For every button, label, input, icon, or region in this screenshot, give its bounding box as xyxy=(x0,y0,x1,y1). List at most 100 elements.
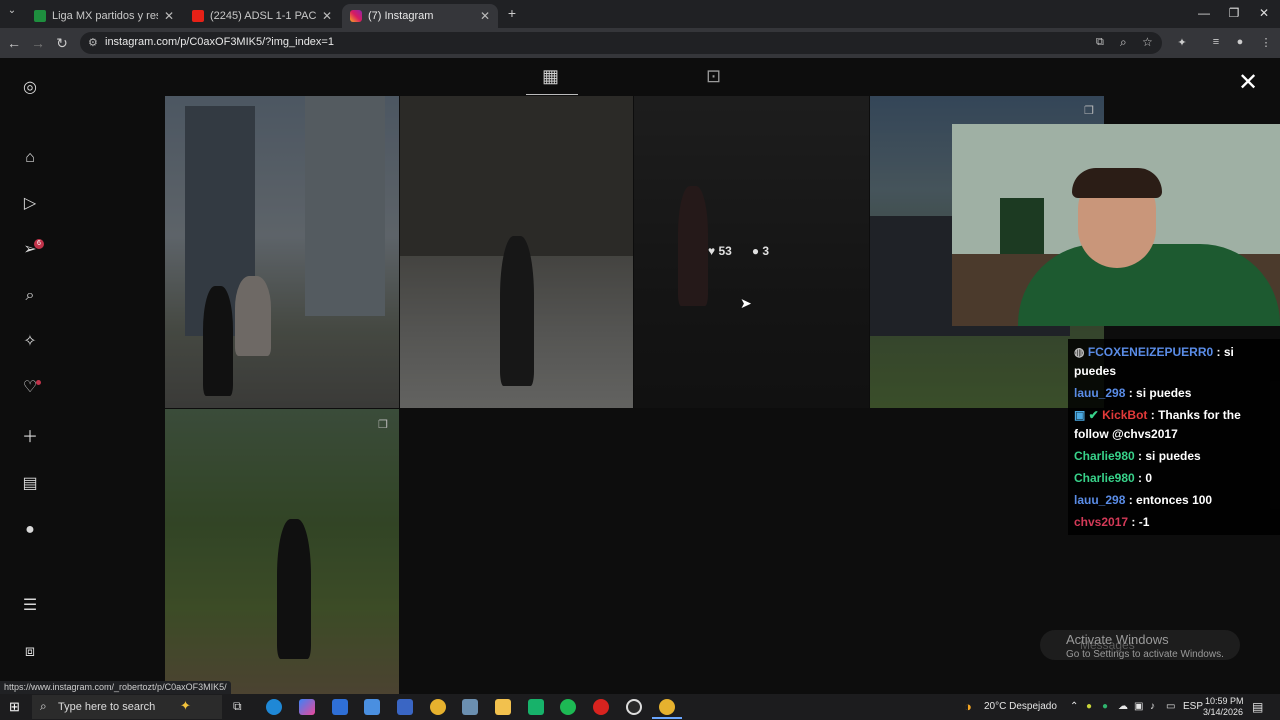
reels-icon[interactable]: ▷ xyxy=(20,194,40,214)
home-icon[interactable]: ⌂ xyxy=(20,148,40,168)
new-tab-button[interactable]: + xyxy=(504,5,520,21)
explore-compass-icon[interactable]: ✧ xyxy=(20,332,40,352)
chat-username: lauu_298 xyxy=(1074,386,1126,400)
chat-username: chvs2017 xyxy=(1074,515,1129,529)
tab-instagram[interactable]: (7) Instagram ✕ xyxy=(342,4,498,28)
close-tab-icon[interactable]: ✕ xyxy=(480,9,490,23)
back-arrow-icon[interactable]: ← xyxy=(6,35,22,51)
post-thumbnail[interactable] xyxy=(165,96,399,408)
tray-chevron-icon[interactable]: ⌃ xyxy=(1070,701,1078,712)
bookmark-star-icon[interactable]: ☆ xyxy=(1142,35,1153,49)
mail-icon[interactable] xyxy=(332,699,348,715)
tray-app-icon[interactable]: ● xyxy=(1086,701,1092,712)
restore-icon[interactable]: ❐ xyxy=(1224,6,1244,20)
windows-activation-watermark: Activate Windows Go to Settings to activ… xyxy=(1066,632,1224,660)
search-icon[interactable]: ⌕ xyxy=(20,286,40,306)
tray-app-icon[interactable]: ● xyxy=(1102,701,1108,712)
vscode-icon[interactable] xyxy=(397,699,413,715)
opera-icon[interactable] xyxy=(593,699,609,715)
create-plus-icon[interactable]: ＋ xyxy=(20,428,40,448)
link-status-bubble: https://www.instagram.com/_robertozt/p/C… xyxy=(0,681,231,694)
weather-icon[interactable]: ◑ xyxy=(964,699,972,714)
store-icon[interactable] xyxy=(364,699,380,715)
more-menu-icon[interactable]: ⋮ xyxy=(1258,36,1274,49)
notification-center-icon[interactable]: ▤ xyxy=(1252,700,1263,714)
clock-date[interactable]: 3/14/2026 xyxy=(1203,707,1243,717)
search-highlight-icon: ✦ xyxy=(180,698,191,713)
extensions-icon[interactable]: ✦ xyxy=(1174,36,1190,49)
badge-icon: ◍ xyxy=(1074,345,1088,359)
watermark-subtitle: Go to Settings to activate Windows. xyxy=(1066,649,1224,660)
chat-username: Charlie980 xyxy=(1074,449,1135,463)
post-thumbnail[interactable] xyxy=(165,409,399,694)
chat-message: ▣ ✔ KickBot : Thanks for the follow @chv… xyxy=(1074,406,1274,444)
messages-badge: 6 xyxy=(34,239,44,249)
webcam-overlay xyxy=(952,124,1280,326)
zoom-icon[interactable]: ⌕ xyxy=(1120,35,1127,50)
search-placeholder: Type here to search xyxy=(58,701,156,713)
more-menu-icon[interactable]: ☰ xyxy=(20,596,40,616)
tagged-tab-icon[interactable]: ⊡ xyxy=(706,66,721,87)
windows-taskbar: ⊞ ⌕ Type here to search ✦ ⧉ ◑ 20°C Despe… xyxy=(0,694,1280,720)
posts-grid-tab-icon[interactable]: ▦ xyxy=(542,66,559,87)
chat-text: : entonces 100 xyxy=(1128,493,1213,507)
browser-tab-strip: ⌄ Liga MX partidos y resultados 2 ✕ (224… xyxy=(0,0,1280,28)
active-app-indicator xyxy=(652,717,682,719)
profile-avatar-icon[interactable]: ● xyxy=(20,520,40,540)
chrome-active-icon[interactable] xyxy=(659,699,675,715)
network-icon[interactable]: ▣ xyxy=(1134,701,1143,712)
streamer-hair xyxy=(1072,168,1162,198)
site-info-icon[interactable]: ⚙ xyxy=(88,36,98,49)
weather-text[interactable]: 20°C Despejado xyxy=(984,701,1057,712)
sheets-favicon-icon xyxy=(34,10,46,22)
media-control-icon[interactable]: ≡ xyxy=(1208,36,1224,48)
taskbar-search[interactable]: ⌕ Type here to search ✦ xyxy=(32,695,222,719)
active-tab-underline xyxy=(526,94,578,95)
youtube-favicon-icon xyxy=(192,10,204,22)
verified-icon: ✔ xyxy=(1088,408,1103,422)
spotify-icon[interactable] xyxy=(560,699,576,715)
close-icon[interactable]: ✕ xyxy=(1238,68,1258,97)
tab-youtube[interactable]: (2245) ADSL 1-1 PACHUCA | Tu ✕ xyxy=(184,4,340,28)
forward-arrow-icon[interactable]: → xyxy=(30,35,46,51)
post-thumbnail[interactable] xyxy=(400,96,633,408)
threads-icon[interactable]: ⧈ xyxy=(20,642,40,662)
tab-liga-mx[interactable]: Liga MX partidos y resultados 2 ✕ xyxy=(26,4,182,28)
minimize-icon[interactable]: — xyxy=(1194,6,1214,20)
chat-text: : si puedes xyxy=(1138,449,1201,463)
dashboard-icon[interactable]: ▤ xyxy=(20,474,40,494)
chrome-icon[interactable] xyxy=(430,699,446,715)
tray-app-icon[interactable]: ☁ xyxy=(1118,701,1128,712)
chat-message: Charlie980 : si puedes xyxy=(1074,447,1274,466)
language-indicator[interactable]: ESP xyxy=(1183,701,1203,712)
bot-badge-icon: ▣ xyxy=(1074,408,1089,422)
tab-search-chevron-icon[interactable]: ⌄ xyxy=(4,5,20,16)
install-app-icon[interactable]: ⧉ xyxy=(1096,36,1104,49)
instagram-page: ◎ ⌂ ▷ ➢ 6 ⌕ ✧ ♡ ＋ ▤ ● ☰ ⧈ ▦ ⊡ ✕ ❐ ❐ ♥ 53… xyxy=(0,58,1280,694)
copilot-icon[interactable] xyxy=(299,699,315,715)
carousel-icon: ❐ xyxy=(378,419,388,431)
tab-title: Liga MX partidos y resultados 2 xyxy=(52,10,158,22)
notes-icon[interactable] xyxy=(462,699,478,715)
edge-icon[interactable] xyxy=(266,699,282,715)
windows-start-icon[interactable]: ⊞ xyxy=(9,699,20,715)
battery-icon[interactable]: ▭ xyxy=(1166,701,1175,712)
file-explorer-icon[interactable] xyxy=(495,699,511,715)
profile-avatar[interactable]: ● xyxy=(1232,36,1248,48)
chat-message: lauu_298 : si puedes xyxy=(1074,384,1274,403)
post-hover-stats: ♥ 53 ● 3 xyxy=(708,244,769,258)
app-icon[interactable] xyxy=(528,699,544,715)
instagram-logo-icon[interactable]: ◎ xyxy=(20,78,40,98)
chat-text: : si puedes xyxy=(1128,386,1192,400)
close-window-icon[interactable]: ✕ xyxy=(1254,6,1274,20)
clock-time[interactable]: 10:59 PM xyxy=(1205,696,1244,706)
address-bar[interactable]: ⚙ instagram.com/p/C0axOF3MIK5/?img_index… xyxy=(80,32,1162,54)
chat-username: FCOXENEIZEPUERR0 xyxy=(1087,345,1214,359)
obs-icon[interactable] xyxy=(626,699,642,715)
close-tab-icon[interactable]: ✕ xyxy=(164,9,174,23)
task-view-icon[interactable]: ⧉ xyxy=(233,699,242,714)
volume-icon[interactable]: ♪ xyxy=(1150,701,1155,712)
reload-icon[interactable]: ↻ xyxy=(54,35,70,52)
watermark-title: Activate Windows xyxy=(1066,632,1169,647)
close-tab-icon[interactable]: ✕ xyxy=(322,9,332,23)
